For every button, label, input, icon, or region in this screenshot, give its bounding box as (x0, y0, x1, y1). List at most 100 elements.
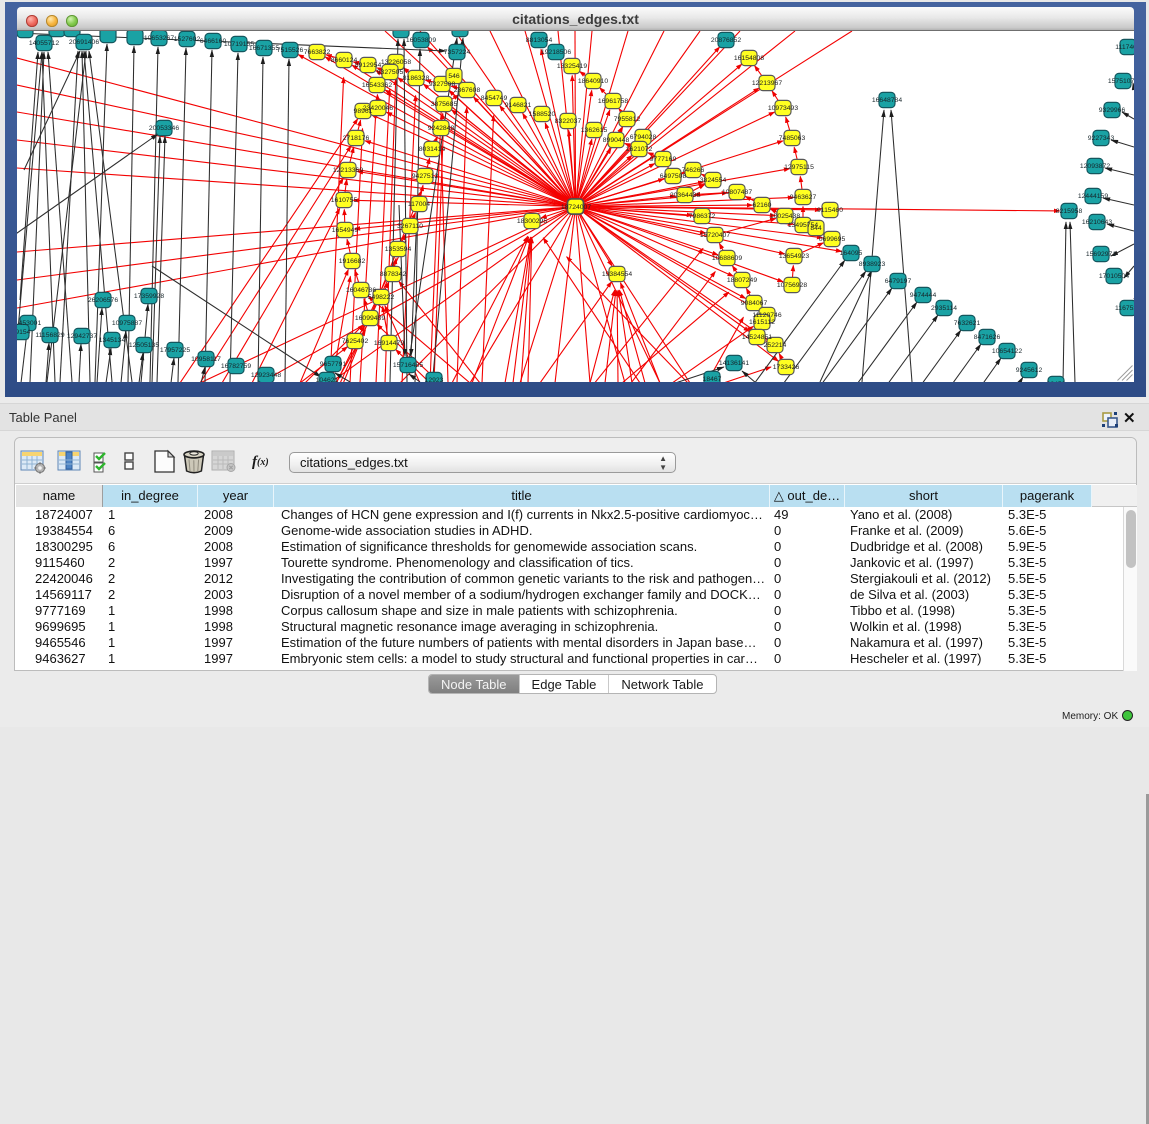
svg-text:13654923: 13654923 (779, 253, 809, 260)
svg-text:8471626: 8471626 (974, 334, 1001, 341)
svg-text:3267110: 3267110 (397, 223, 423, 230)
svg-text:1353594: 1353594 (385, 246, 412, 253)
svg-text:8322037: 8322037 (555, 118, 582, 125)
svg-text:10653267: 10653267 (144, 35, 174, 42)
svg-text:15716485: 15716485 (393, 362, 423, 369)
svg-text:8990448: 8990448 (603, 137, 630, 144)
svg-text:26206576: 26206576 (88, 297, 118, 304)
svg-text:7625402: 7625402 (342, 338, 369, 345)
svg-text:104621: 104621 (316, 377, 339, 382)
svg-text:20053346: 20053346 (149, 125, 179, 132)
svg-text:9084067: 9084067 (741, 300, 768, 307)
svg-text:546: 546 (448, 73, 460, 80)
svg-text:2367608: 2367608 (454, 87, 481, 94)
svg-text:1615112: 1615112 (749, 319, 775, 326)
svg-text:12093872: 12093872 (1080, 163, 1110, 170)
svg-text:9327505: 9327505 (377, 69, 404, 76)
svg-text:17010504: 17010504 (1099, 273, 1129, 280)
svg-text:6497508: 6497508 (660, 173, 687, 180)
svg-text:9227343: 9227343 (1088, 135, 1115, 142)
svg-text:1654949: 1654949 (332, 227, 359, 234)
svg-text:9115460: 9115460 (817, 207, 843, 214)
svg-text:10958117: 10958117 (191, 356, 221, 363)
svg-text:7986372: 7986372 (689, 213, 716, 220)
svg-text:18807249: 18807249 (727, 277, 757, 284)
svg-text:15751074: 15751074 (1108, 78, 1134, 85)
svg-text:8938923: 8938923 (859, 261, 886, 268)
svg-text:1362615: 1362615 (581, 127, 608, 134)
svg-text:10973493: 10973493 (768, 105, 798, 112)
svg-text:11156829: 11156829 (35, 332, 64, 339)
svg-text:1527602: 1527602 (174, 36, 201, 43)
svg-text:9657791: 9657791 (320, 361, 347, 368)
svg-text:16961758: 16961758 (598, 98, 628, 105)
svg-text:10975887: 10975887 (112, 320, 142, 327)
svg-text:7515526: 7515526 (277, 47, 304, 54)
svg-text:14055712: 14055712 (29, 40, 59, 47)
svg-text:8031414: 8031414 (419, 146, 446, 153)
svg-text:17957225: 17957225 (160, 347, 190, 354)
svg-text:1621072: 1621072 (626, 146, 653, 153)
svg-text:10025438: 10025438 (770, 213, 800, 220)
svg-text:20876852: 20876852 (711, 37, 741, 44)
svg-text:252214: 252214 (764, 342, 787, 349)
svg-text:8215958: 8215958 (1056, 208, 1083, 215)
svg-text:16099489: 16099489 (355, 315, 385, 322)
svg-text:16671355: 16671355 (249, 45, 279, 52)
svg-text:20691406: 20691406 (69, 39, 99, 46)
svg-text:1453001: 1453001 (17, 320, 41, 327)
svg-text:1117404: 1117404 (1115, 44, 1134, 51)
svg-text:1588520: 1588520 (529, 111, 556, 118)
svg-text:1733426: 1733426 (773, 364, 800, 371)
svg-text:1167534: 1167534 (1115, 305, 1134, 312)
svg-text:8813054: 8813054 (526, 37, 553, 44)
svg-text:14524851: 14524851 (742, 334, 772, 341)
svg-text:117004: 117004 (408, 201, 430, 208)
svg-text:7485063: 7485063 (779, 135, 806, 142)
svg-text:19218506: 19218506 (541, 49, 571, 56)
svg-text:9463627: 9463627 (790, 194, 817, 201)
svg-text:6479197: 6479197 (885, 278, 912, 285)
svg-text:12923448: 12923448 (251, 372, 281, 379)
svg-text:10654122: 10654122 (992, 348, 1022, 355)
svg-text:9777169: 9777169 (650, 156, 677, 163)
svg-text:11120746: 11120746 (752, 312, 781, 319)
svg-text:10688609: 10688609 (712, 255, 742, 262)
svg-text:746266: 746266 (682, 167, 705, 174)
svg-text:7663822: 7663822 (304, 49, 331, 56)
svg-text:1916682: 1916682 (339, 258, 366, 265)
svg-text:18467: 18467 (703, 376, 722, 382)
svg-text:9427512: 9427512 (412, 173, 439, 180)
svg-text:8186328: 8186328 (403, 75, 430, 82)
svg-text:3824554: 3824554 (700, 177, 727, 184)
svg-text:20364436: 20364436 (670, 192, 700, 199)
svg-text:92450: 92450 (1047, 381, 1066, 382)
svg-text:7357224: 7357224 (444, 49, 471, 56)
svg-text:16543362: 16543362 (362, 82, 392, 89)
svg-text:16782759: 16782759 (221, 363, 251, 370)
svg-text:15720407: 15720407 (700, 232, 730, 239)
svg-text:9474444: 9474444 (910, 292, 937, 299)
svg-text:18300295: 18300295 (517, 218, 547, 225)
svg-text:16648784: 16648784 (872, 97, 902, 104)
svg-text:3875685: 3875685 (431, 101, 458, 108)
svg-text:12505135: 12505135 (129, 342, 159, 349)
svg-text:16914479: 16914479 (374, 340, 404, 347)
svg-text:164095: 164095 (840, 250, 863, 257)
svg-text:16053809: 16053809 (406, 37, 436, 44)
svg-text:18724007: 18724007 (561, 204, 591, 211)
svg-text:844: 844 (810, 225, 822, 232)
svg-text:1610755: 1610755 (331, 197, 358, 204)
svg-text:9146821: 9146821 (505, 102, 532, 109)
svg-text:8660124: 8660124 (331, 57, 358, 64)
svg-text:19384554: 19384554 (602, 271, 632, 278)
svg-text:8878342: 8878342 (380, 271, 407, 278)
svg-text:23420046: 23420046 (363, 105, 393, 112)
svg-text:8912954: 8912954 (355, 62, 382, 69)
svg-text:6466160: 6466160 (200, 38, 227, 45)
svg-text:15692971: 15692971 (1086, 251, 1116, 258)
svg-text:12444159: 12444159 (1078, 193, 1108, 200)
svg-text:0699695: 0699695 (819, 236, 846, 243)
svg-text:14136141: 14136141 (719, 360, 749, 367)
svg-text:18640910: 18640910 (578, 78, 608, 85)
